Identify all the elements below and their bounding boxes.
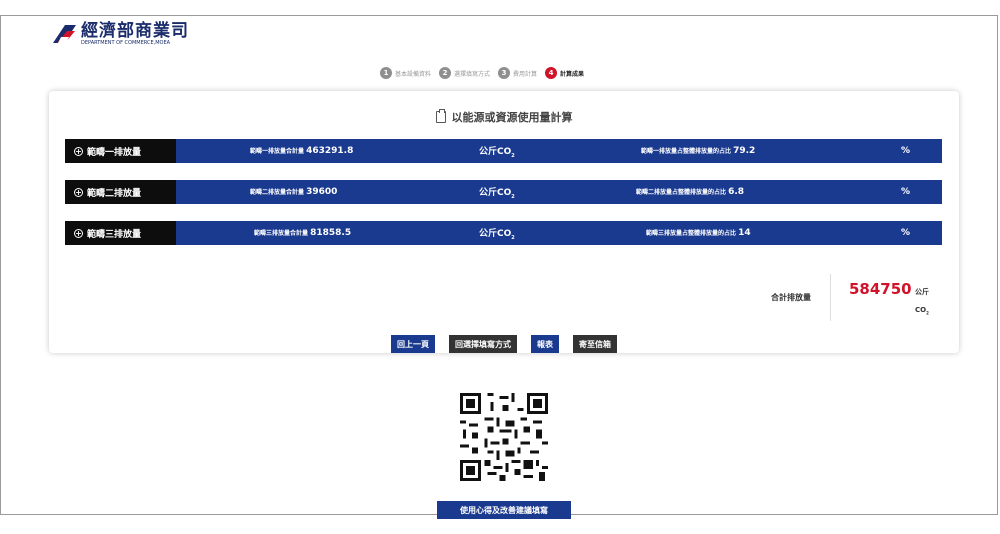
scope-pct-label: 範疇一排放量占整體排放量的占比 (641, 148, 732, 155)
total-label: 合計排放量 (771, 293, 811, 302)
unit-text: 公斤CO (479, 146, 512, 157)
step-3: 3 費用計算 (498, 67, 537, 79)
scope-total-value: 81858.5 (310, 228, 352, 238)
unit-text: 公斤CO (479, 228, 512, 239)
scope-total: 範疇三排放量合計量 81858.5 (254, 228, 351, 238)
total-value: 584750 (849, 280, 912, 298)
step-label: 基本設備資料 (395, 70, 432, 78)
step-4: 4 計算成果 (545, 67, 584, 79)
action-buttons: 回上一頁 回選擇填寫方式 報表 寄至信箱 (49, 335, 959, 353)
scope-total-value: 463291.8 (306, 146, 354, 156)
step-number: 1 (380, 67, 392, 79)
scope-total-label: 範疇一排放量合計量 (250, 148, 305, 155)
co2-text: CO (915, 306, 927, 314)
scope-1-row[interactable]: + 範疇一排放量 範疇一排放量合計量 463291.8 公斤CO2 範疇一排放量… (65, 139, 942, 163)
scope-total-label: 範疇三排放量合計量 (254, 230, 309, 237)
scope-pct-value: 6.8 (728, 187, 745, 197)
plus-circle-icon: + (74, 146, 83, 156)
step-label: 費用計算 (513, 70, 538, 78)
page-frame: 經濟部商業司 DEPARTMENT OF COMMERCE,MOEA 1 基本設… (0, 15, 998, 519)
choose-method-button[interactable]: 回選擇填寫方式 (449, 335, 517, 353)
step-2: 2 選擇填寫方式 (439, 67, 490, 79)
total-unit: 公斤 (915, 288, 929, 296)
progress-steps: 1 基本設備資料 2 選擇填寫方式 3 費用計算 4 計算成果 (380, 67, 584, 79)
total-co2: CO2 (915, 306, 929, 315)
total-divider (830, 274, 831, 321)
logo-icon (53, 25, 76, 43)
scope-3-row[interactable]: + 範疇三排放量 範疇三排放量合計量 81858.5 公斤CO2 範疇三排放量占… (65, 221, 942, 245)
scope-total: 範疇一排放量合計量 463291.8 (250, 146, 353, 156)
logo[interactable]: 經濟部商業司 DEPARTMENT OF COMMERCE,MOEA (51, 22, 189, 46)
scope-total: 範疇二排放量合計量 39600 (250, 187, 337, 197)
scope-1-toggle[interactable]: + 範疇一排放量 (65, 139, 176, 163)
scope-unit: 公斤CO2 (479, 144, 515, 159)
result-card: 以能源或資源使用量計算 + 範疇一排放量 範疇一排放量合計量 463291.8 … (49, 91, 959, 353)
step-number: 2 (439, 67, 452, 79)
scope-label: 範疇二排放量 (87, 188, 142, 199)
unit-sub: 2 (511, 152, 515, 159)
plus-circle-icon: + (74, 228, 83, 238)
step-1: 1 基本設備資料 (380, 67, 431, 79)
email-button[interactable]: 寄至信箱 (573, 335, 617, 353)
scope-3-toggle[interactable]: + 範疇三排放量 (65, 221, 176, 245)
scope-pct-value: 14 (738, 228, 751, 238)
step-label: 計算成果 (560, 70, 585, 78)
qr-code-icon (460, 393, 548, 481)
percent-symbol: % (901, 228, 911, 238)
unit-sub: 2 (511, 234, 515, 241)
scope-pct-label: 範疇二排放量占整體排放量的占比 (636, 189, 727, 196)
scope-2-toggle[interactable]: + 範疇二排放量 (65, 180, 176, 204)
logo-title: 經濟部商業司 (81, 21, 189, 41)
scope-label: 範疇一排放量 (87, 147, 142, 158)
report-button[interactable]: 報表 (531, 335, 559, 353)
scope-pct: 範疇一排放量占整體排放量的占比 79.2 (641, 146, 755, 156)
scope-label: 範疇三排放量 (87, 229, 142, 240)
feedback-button[interactable]: 使用心得及改善建議填寫 (437, 501, 571, 519)
percent-symbol: % (901, 146, 911, 156)
prev-page-button[interactable]: 回上一頁 (391, 335, 435, 353)
scope-total-label: 範疇二排放量合計量 (250, 189, 305, 196)
step-number: 4 (545, 67, 558, 79)
step-number: 3 (498, 67, 511, 79)
scope-pct: 範疇三排放量占整體排放量的占比 14 (646, 228, 751, 238)
unit-sub: 2 (511, 193, 515, 200)
card-title: 以能源或資源使用量計算 (49, 109, 959, 125)
unit-text: 公斤CO (479, 187, 512, 198)
scope-total-value: 39600 (306, 187, 338, 197)
percent-symbol: % (901, 187, 911, 197)
step-label: 選擇填寫方式 (454, 70, 491, 78)
card-title-text: 以能源或資源使用量計算 (451, 111, 573, 124)
scope-pct-value: 79.2 (733, 146, 756, 156)
scope-unit: 公斤CO2 (479, 226, 515, 241)
scope-2-row[interactable]: + 範疇二排放量 範疇二排放量合計量 39600 公斤CO2 範疇二排放量占整體… (65, 180, 942, 204)
scope-unit: 公斤CO2 (479, 185, 515, 200)
plus-circle-icon: + (74, 187, 83, 197)
co2-sub: 2 (926, 310, 929, 316)
scope-pct: 範疇二排放量占整體排放量的占比 6.8 (636, 187, 744, 197)
clipboard-icon (435, 109, 446, 123)
scope-pct-label: 範疇三排放量占整體排放量的占比 (646, 230, 737, 237)
